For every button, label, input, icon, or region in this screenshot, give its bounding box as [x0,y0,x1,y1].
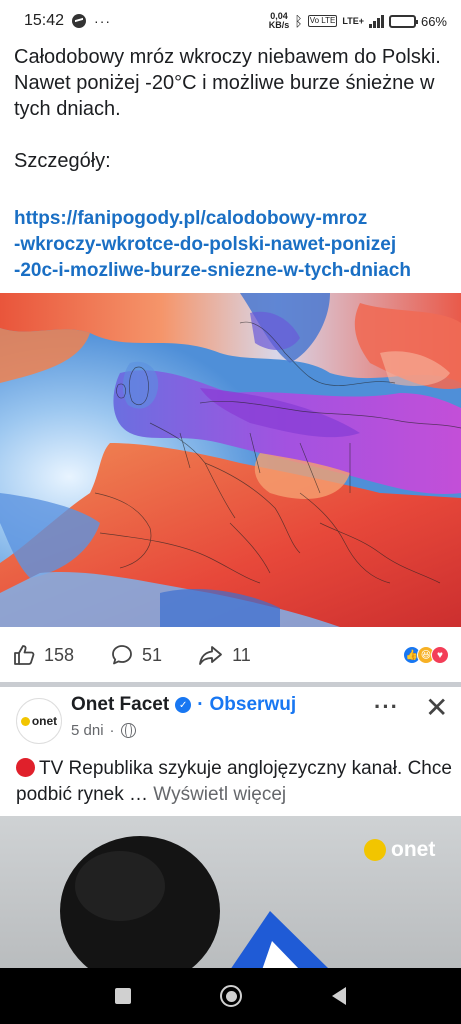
post-text-details: Szczegóły: [14,150,111,172]
network-speed: 0,04 KB/s [268,11,290,30]
post-link-line[interactable]: -wkroczy-wkrotce-do-polski-nawet-ponizej [14,232,461,258]
volte-icon: Vo LTE [307,15,338,27]
status-time: 15:42 [24,12,65,29]
comment-icon [112,645,132,665]
home-icon[interactable] [220,985,243,1007]
post-link-line[interactable]: https://fanipogody.pl/calodobowy-mroz [14,206,461,232]
more-options-icon[interactable]: ··· [374,694,399,720]
follow-button[interactable]: Obserwuj [210,694,297,716]
reactions-bar: 158 51 11 👍 😆 ♥ [0,634,461,676]
feed-divider [0,682,461,687]
bluetooth-icon: ᛒ [294,13,303,29]
comment-count: 51 [142,644,163,665]
system-nav-bar [0,968,461,1024]
thumbs-up-icon [14,645,35,665]
red-circle-icon [16,758,35,777]
onet-logo-text: onet [391,838,436,861]
globe-icon [120,722,136,738]
back-icon[interactable] [332,987,347,1005]
love-reaction-icon: ♥ [431,646,449,664]
post-meta: 5 dni · [71,722,136,739]
header-separator: · [197,694,204,715]
share-button[interactable]: 11 [198,643,251,667]
verified-badge-icon: ✓ [175,697,192,713]
post-body: TV Republika szykuje anglojęzyczny kanał… [16,756,452,808]
signal-icon [368,14,384,28]
share-icon [199,646,222,665]
see-more-link[interactable]: Wyświetl więcej [153,784,286,805]
post-header: onet Onet Facet ✓ · Obserwuj 5 dni · ···… [0,690,461,750]
lte-label: LTE+ [342,15,364,26]
weather-map-image[interactable] [0,293,461,627]
like-count: 158 [44,644,75,665]
meta-separator: · [109,722,115,739]
post-link[interactable]: https://fanipogody.pl/calodobowy-mroz -w… [14,206,461,284]
notification-overflow-icon: ··· [94,13,112,29]
like-button[interactable]: 158 [12,643,74,667]
onet-logo: onet [364,838,435,862]
comment-button[interactable]: 51 [110,643,162,667]
page-name[interactable]: Onet Facet [71,694,169,716]
avatar[interactable]: onet [16,698,62,744]
onet-dot-icon [20,716,30,726]
reaction-summary[interactable]: 👍 😆 ♥ [403,646,449,664]
recents-icon[interactable] [114,988,131,1004]
avatar-logo-text: onet [31,714,58,728]
messenger-icon [72,14,87,28]
close-icon[interactable]: ✕ [425,691,448,724]
onet-dot-icon [364,839,386,861]
battery-percent: 66% [420,13,447,29]
share-count: 11 [232,644,251,665]
battery-icon [388,14,418,28]
post-link-line[interactable]: -20c-i-mozliwe-burze-sniezne-w-tych-dnia… [14,258,461,284]
post-time[interactable]: 5 dni [71,722,104,739]
status-bar: 15:42 ··· 0,04 KB/s ᛒ Vo LTE LTE+ 66% [0,0,461,42]
post-body: Całodobowy mróz wkroczy niebawem do Pols… [14,44,454,174]
post-text-paragraph: Całodobowy mróz wkroczy niebawem do Pols… [14,46,441,120]
